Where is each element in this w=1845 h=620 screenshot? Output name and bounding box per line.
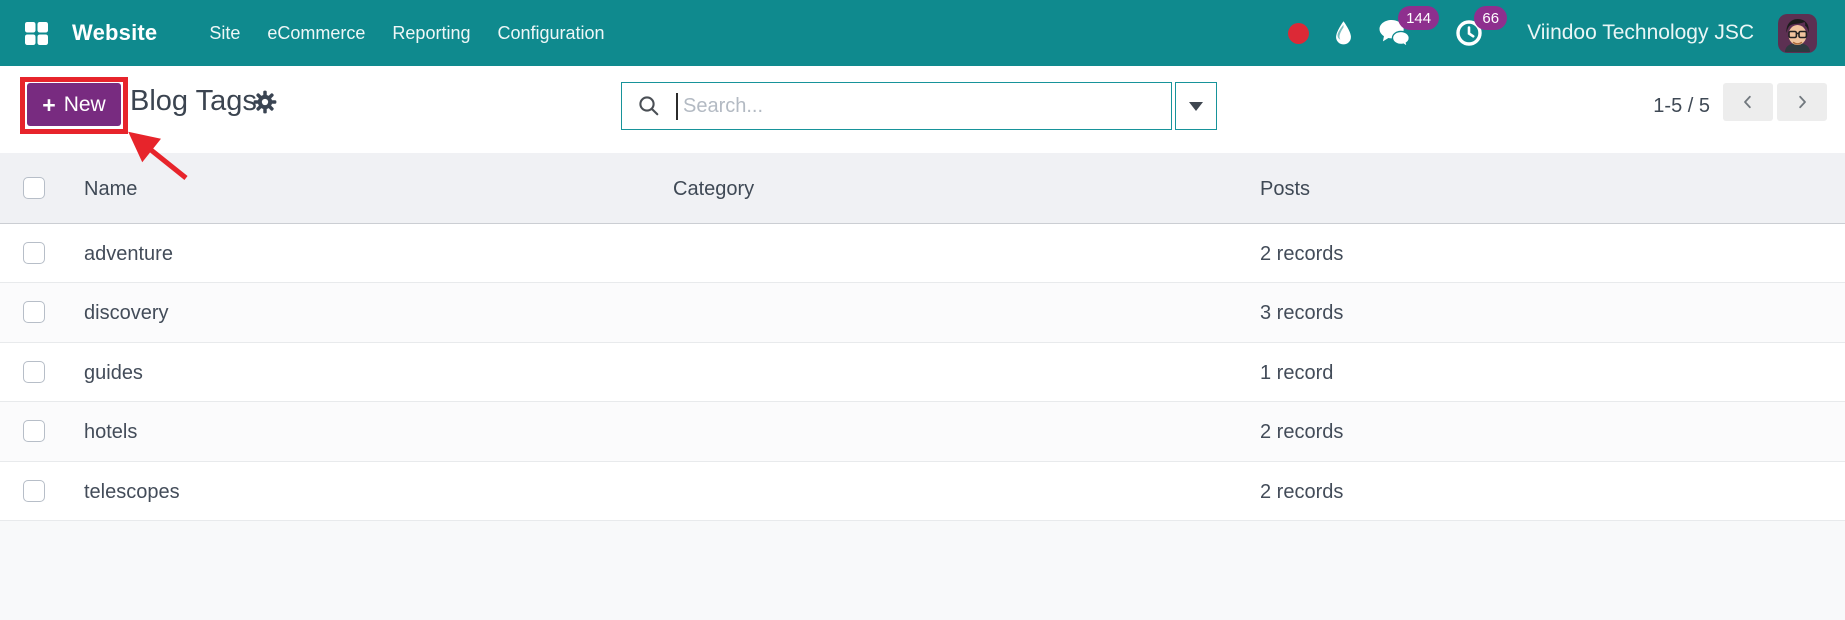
navbar-menu: Site eCommerce Reporting Configuration	[209, 23, 604, 44]
new-button[interactable]: + New	[27, 83, 121, 126]
search-box	[621, 82, 1172, 130]
app-name[interactable]: Website	[72, 20, 157, 46]
pager-previous-button[interactable]	[1723, 83, 1773, 121]
record-dot-icon[interactable]	[1288, 22, 1310, 44]
cell-name: adventure	[84, 243, 173, 265]
cell-name: discovery	[84, 302, 169, 325]
cell-name: guides	[84, 361, 143, 384]
messages-count-badge: 144	[1398, 5, 1440, 30]
menu-item-reporting[interactable]: Reporting	[392, 23, 470, 44]
chevron-right-icon	[1799, 95, 1806, 109]
activities-button[interactable]: 66	[1455, 6, 1508, 47]
pager-range: 1-5 / 5	[1653, 95, 1710, 117]
text-caret	[676, 92, 678, 120]
cell-name: telescopes	[84, 480, 180, 503]
cell-posts: 1 record	[1260, 361, 1334, 384]
page-title: Blog Tags	[130, 85, 257, 117]
user-avatar[interactable]	[1778, 13, 1817, 53]
row-checkbox[interactable]	[23, 479, 45, 502]
column-header-posts[interactable]: Posts	[1260, 153, 1310, 223]
menu-item-configuration[interactable]: Configuration	[497, 23, 604, 44]
list-body: adventure 2 records discovery 3 records …	[0, 224, 1845, 521]
row-checkbox[interactable]	[23, 360, 45, 383]
list-header-row: Name Category Posts	[0, 153, 1845, 224]
top-navbar: Website Site eCommerce Reporting Configu…	[0, 0, 1845, 66]
messages-button[interactable]: 144	[1378, 5, 1440, 48]
cell-posts: 2 records	[1260, 480, 1344, 503]
table-row-discovery[interactable]: discovery 3 records	[0, 283, 1845, 343]
water-drop-icon	[1336, 20, 1352, 44]
cell-posts: 2 records	[1260, 421, 1344, 444]
column-header-category[interactable]: Category	[673, 153, 754, 223]
activities-count-badge: 66	[1474, 6, 1508, 30]
table-row-telescopes[interactable]: telescopes 2 records	[0, 461, 1845, 521]
navbar-left: Website Site eCommerce Reporting Configu…	[0, 0, 605, 66]
select-all-checkbox[interactable]	[23, 177, 45, 199]
plus-icon: +	[42, 91, 56, 118]
gear-icon[interactable]	[252, 89, 278, 115]
menu-item-ecommerce[interactable]: eCommerce	[267, 23, 365, 44]
new-button-label: New	[63, 92, 106, 116]
search-input[interactable]	[681, 93, 1171, 119]
cell-posts: 3 records	[1260, 302, 1344, 325]
navbar-right: 144 66 Viindoo Technology JSC	[1288, 0, 1817, 66]
user-company-name[interactable]: Viindoo Technology JSC	[1527, 21, 1754, 45]
pager-next-button[interactable]	[1777, 83, 1827, 121]
control-panel: + New Blog Tags 1-5 / 5	[0, 66, 1845, 153]
row-checkbox[interactable]	[23, 242, 45, 264]
row-checkbox[interactable]	[23, 420, 45, 443]
apps-grid-icon[interactable]	[25, 21, 48, 45]
caret-down-icon	[1189, 101, 1203, 111]
empty-area-below-list	[0, 521, 1845, 620]
water-drop-wrap[interactable]	[1333, 20, 1354, 47]
chevron-left-icon	[1744, 95, 1751, 109]
column-header-name[interactable]: Name	[84, 153, 137, 223]
menu-item-site[interactable]: Site	[209, 23, 240, 44]
table-row-hotels[interactable]: hotels 2 records	[0, 402, 1845, 462]
table-row-guides[interactable]: guides 1 record	[0, 342, 1845, 403]
row-checkbox[interactable]	[23, 301, 45, 324]
search-options-dropdown[interactable]	[1175, 82, 1217, 130]
cell-posts: 2 records	[1260, 243, 1344, 265]
search-icon	[639, 96, 659, 116]
table-row-adventure[interactable]: adventure 2 records	[0, 224, 1845, 284]
cell-name: hotels	[84, 421, 138, 444]
